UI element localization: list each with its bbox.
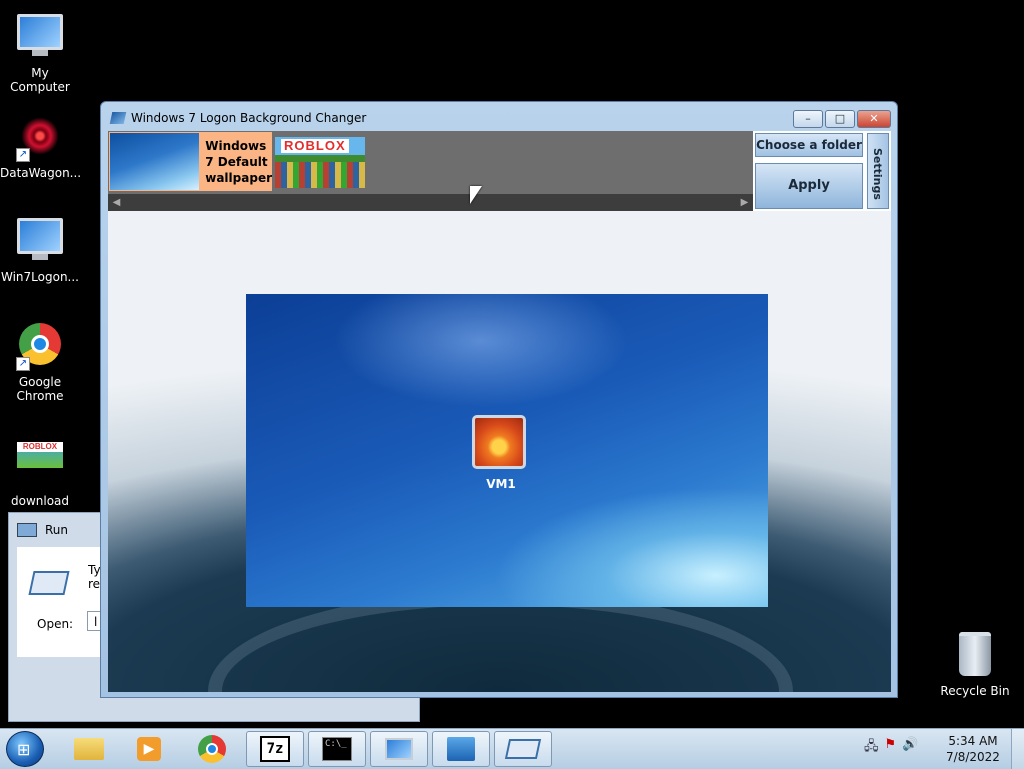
choose-folder-button[interactable]: Choose a folder bbox=[755, 133, 863, 157]
taskbar-cmd[interactable]: C:\_ bbox=[308, 731, 366, 767]
shortcut-arrow-icon: ↗ bbox=[16, 148, 30, 162]
thumbnail-label: ROBLOX bbox=[281, 139, 349, 153]
thumbnail-scrollbar[interactable]: ◀ ▶ bbox=[108, 194, 753, 211]
desktop-icon-recycle-bin[interactable]: Recycle Bin bbox=[935, 628, 1015, 698]
close-button[interactable]: ✕ bbox=[857, 110, 891, 128]
desktop-icon-chrome[interactable]: ↗ Google Chrome bbox=[0, 320, 80, 403]
desktop-icon-win7logon[interactable]: Win7Logon... bbox=[0, 214, 80, 284]
run-icon bbox=[504, 739, 542, 759]
clock-date: 7/8/2022 bbox=[946, 750, 1000, 764]
wallpaper-thumbnail-image bbox=[110, 133, 200, 190]
apply-button[interactable]: Apply bbox=[755, 163, 863, 209]
roblox-characters-image bbox=[275, 162, 365, 188]
7zip-icon: 7z bbox=[260, 736, 290, 762]
datawagon-icon: ↗ bbox=[16, 114, 64, 162]
settings-button[interactable]: Settings bbox=[867, 133, 889, 209]
taskbar-run[interactable] bbox=[494, 731, 552, 767]
desktop-icon-label: DataWagon... bbox=[0, 166, 82, 180]
scroll-left-arrow-icon[interactable]: ◀ bbox=[108, 194, 125, 211]
command-prompt-icon: C:\_ bbox=[322, 737, 352, 761]
desktop-icon-label: Win7Logon... bbox=[1, 270, 79, 284]
clock-time: 5:34 AM bbox=[948, 734, 998, 748]
shortcut-arrow-icon: ↗ bbox=[16, 357, 30, 371]
media-player-icon: ▶ bbox=[137, 737, 161, 761]
recycle-bin-icon bbox=[951, 632, 999, 680]
chrome-icon bbox=[198, 735, 226, 763]
taskbar-explorer[interactable] bbox=[60, 731, 118, 767]
network-icon[interactable]: 🖧 bbox=[864, 737, 879, 759]
show-desktop-button[interactable] bbox=[1011, 729, 1024, 769]
taskbar-7zip[interactable]: 7z bbox=[246, 731, 304, 767]
thumbnail-roblox[interactable]: ROBLOX bbox=[275, 137, 365, 188]
thumbnail-label: Windows 7 Default wallpaper bbox=[205, 139, 272, 185]
taskbar-chrome[interactable] bbox=[183, 731, 241, 767]
minimize-button[interactable]: – bbox=[793, 110, 823, 128]
desktop-icon-label: download bbox=[10, 494, 70, 508]
mouse-cursor-icon bbox=[470, 186, 482, 204]
window-client: Windows 7 Default wallpaper ROBLOX ◀ ▶ C… bbox=[108, 131, 891, 692]
computer-icon bbox=[16, 14, 64, 62]
monitor-icon bbox=[385, 738, 413, 760]
roblox-image-icon: ROBLOX bbox=[16, 442, 64, 490]
desktop-icon-download[interactable]: ROBLOX download bbox=[0, 432, 80, 508]
desktop-icon-label: Google Chrome bbox=[16, 375, 64, 403]
start-button[interactable]: ⊞ bbox=[6, 731, 44, 767]
username-label: VM1 bbox=[486, 477, 516, 491]
logon-preview: VM1 bbox=[108, 211, 891, 692]
monitor-icon bbox=[16, 218, 64, 266]
control-panel-icon bbox=[447, 737, 475, 761]
app-icon bbox=[109, 112, 127, 124]
run-open-label: Open: bbox=[37, 617, 74, 631]
desktop-icon-my-computer[interactable]: My Computer bbox=[0, 10, 80, 94]
desktop-icon-datawagon[interactable]: ↗ DataWagon... bbox=[0, 112, 82, 180]
taskbar-control-panel[interactable] bbox=[432, 731, 490, 767]
thumbnail-strip: Windows 7 Default wallpaper ROBLOX ◀ ▶ bbox=[108, 131, 753, 211]
taskbar-media-player[interactable]: ▶ bbox=[120, 731, 178, 767]
logon-screen-preview: VM1 bbox=[246, 294, 768, 607]
taskbar-logon-changer[interactable] bbox=[370, 731, 428, 767]
action-center-flag-icon[interactable]: ⚑ bbox=[885, 737, 897, 759]
windows-logo-icon: ⊞ bbox=[17, 740, 31, 759]
chrome-icon: ↗ bbox=[16, 323, 64, 371]
taskbar: ⊞ ▶ 7z C:\_ 🖧 ⚑ 🔊 5:34 AM 7/8/2022 bbox=[0, 728, 1024, 769]
run-title: Run bbox=[45, 523, 69, 537]
scroll-right-arrow-icon[interactable]: ▶ bbox=[736, 194, 753, 211]
folder-icon bbox=[74, 738, 104, 760]
volume-icon[interactable]: 🔊 bbox=[902, 737, 918, 759]
settings-label: Settings bbox=[871, 148, 884, 200]
window-titlebar[interactable]: Windows 7 Logon Background Changer bbox=[109, 111, 367, 125]
desktop-icon-label: Recycle Bin bbox=[940, 684, 1010, 698]
thumbnail-windows7-default[interactable]: Windows 7 Default wallpaper bbox=[109, 132, 272, 191]
window-title: Windows 7 Logon Background Changer bbox=[131, 111, 367, 125]
clock[interactable]: 5:34 AM 7/8/2022 bbox=[940, 733, 1006, 765]
logon-changer-window[interactable]: Windows 7 Logon Background Changer – □ ✕… bbox=[100, 101, 898, 698]
user-avatar bbox=[472, 415, 526, 469]
run-program-icon bbox=[28, 571, 70, 595]
maximize-button[interactable]: □ bbox=[825, 110, 855, 128]
desktop-icon-label: My Computer bbox=[10, 66, 70, 94]
run-icon bbox=[17, 523, 37, 537]
system-tray: 🖧 ⚑ 🔊 bbox=[864, 737, 918, 759]
